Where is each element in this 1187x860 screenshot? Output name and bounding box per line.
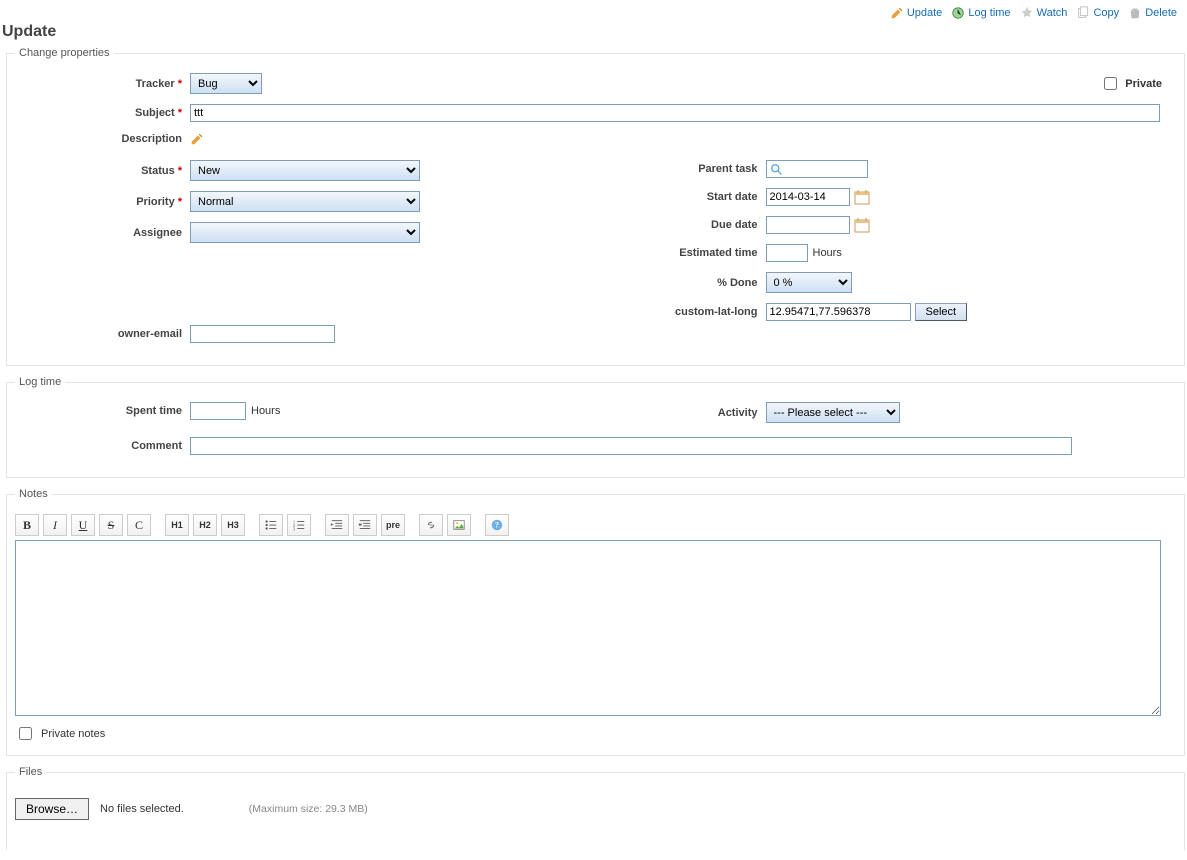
update-link[interactable]: Update — [890, 6, 942, 20]
private-checkbox-wrap[interactable]: Private — [1100, 74, 1162, 93]
update-link-label: Update — [907, 7, 942, 19]
priority-select[interactable]: Normal — [190, 191, 420, 212]
custom-lat-long-input[interactable] — [766, 303, 911, 321]
hours-unit: Hours — [251, 405, 280, 417]
link-button[interactable] — [419, 514, 443, 536]
search-icon — [770, 163, 784, 177]
file-status: No files selected. — [100, 803, 184, 815]
pre-button[interactable]: pre — [381, 514, 405, 536]
help-button[interactable]: ? — [485, 514, 509, 536]
copy-icon — [1076, 6, 1090, 20]
status-label: Status* — [15, 165, 190, 177]
underline-button[interactable]: U — [71, 514, 95, 536]
h2-button[interactable]: H2 — [193, 514, 217, 536]
private-checkbox[interactable] — [1104, 77, 1117, 90]
browse-button[interactable]: Browse… — [15, 798, 89, 820]
comment-label: Comment — [15, 440, 190, 452]
delete-link[interactable]: Delete — [1128, 6, 1177, 20]
image-button[interactable] — [447, 514, 471, 536]
copy-link[interactable]: Copy — [1076, 6, 1119, 20]
private-notes-label: Private notes — [41, 728, 105, 740]
description-label: Description — [15, 133, 190, 145]
owner-email-label: owner-email — [15, 328, 190, 340]
star-icon — [1020, 6, 1034, 20]
log-time-link[interactable]: Log time — [951, 6, 1010, 20]
contextual-actions: Update Log time Watch Copy Delete — [0, 0, 1187, 23]
watch-link-label: Watch — [1037, 7, 1068, 19]
max-size-text: (Maximum size: 29.3 MB) — [249, 803, 368, 815]
assignee-select[interactable] — [190, 222, 420, 243]
edit-description-icon[interactable] — [190, 132, 204, 146]
custom-lat-long-label: custom-lat-long — [596, 306, 766, 318]
pct-done-select[interactable]: 0 % — [766, 272, 852, 293]
watch-link[interactable]: Watch — [1020, 6, 1068, 20]
trash-icon — [1128, 6, 1142, 20]
notes-textarea[interactable] — [15, 540, 1161, 716]
start-date-label: Start date — [596, 191, 766, 203]
tracker-select[interactable]: Bug — [190, 73, 262, 94]
private-notes-wrap[interactable]: Private notes — [15, 724, 1176, 743]
log-time-link-label: Log time — [968, 7, 1010, 19]
private-label: Private — [1125, 78, 1162, 90]
notes-fieldset: Notes B I U S C H1 H2 H3 123 pre ? Priva… — [6, 488, 1185, 756]
outdent-button[interactable] — [325, 514, 349, 536]
editor-toolbar: B I U S C H1 H2 H3 123 pre ? — [15, 514, 1176, 536]
delete-link-label: Delete — [1145, 7, 1177, 19]
ul-button[interactable] — [259, 514, 283, 536]
pct-done-label: % Done — [596, 277, 766, 289]
estimated-time-label: Estimated time — [596, 247, 766, 259]
files-fieldset: Files Browse… No files selected. (Maximu… — [6, 766, 1185, 850]
notes-legend: Notes — [15, 488, 52, 500]
hours-unit: Hours — [813, 247, 842, 259]
tracker-label: Tracker* — [15, 78, 190, 90]
change-properties-legend: Change properties — [15, 47, 114, 59]
due-date-label: Due date — [596, 219, 766, 231]
owner-email-input[interactable] — [190, 325, 335, 343]
comment-input[interactable] — [190, 437, 1072, 455]
log-time-fieldset: Log time Spent time Hours Activity --- P… — [6, 376, 1185, 478]
clock-icon — [951, 6, 965, 20]
pencil-icon — [890, 6, 904, 20]
activity-label: Activity — [596, 407, 766, 419]
calendar-icon[interactable] — [854, 217, 870, 233]
bold-button[interactable]: B — [15, 514, 39, 536]
strike-button[interactable]: S — [99, 514, 123, 536]
svg-text:3: 3 — [293, 526, 296, 531]
subject-input[interactable] — [190, 104, 1160, 122]
assignee-label: Assignee — [15, 227, 190, 239]
code-button[interactable]: C — [127, 514, 151, 536]
copy-link-label: Copy — [1093, 7, 1119, 19]
status-select[interactable]: New — [190, 160, 420, 181]
h3-button[interactable]: H3 — [221, 514, 245, 536]
spent-time-input[interactable] — [190, 402, 246, 420]
due-date-input[interactable] — [766, 216, 850, 234]
private-notes-checkbox[interactable] — [19, 727, 32, 740]
h1-button[interactable]: H1 — [165, 514, 189, 536]
ol-button[interactable]: 123 — [287, 514, 311, 536]
select-latlong-button[interactable]: Select — [915, 303, 968, 321]
log-time-legend: Log time — [15, 376, 65, 388]
files-legend: Files — [15, 766, 46, 778]
change-properties-fieldset: Change properties Tracker* Bug Private S… — [6, 47, 1185, 366]
activity-select[interactable]: --- Please select --- — [766, 402, 900, 423]
indent-button[interactable] — [353, 514, 377, 536]
calendar-icon[interactable] — [854, 189, 870, 205]
subject-label: Subject* — [15, 107, 190, 119]
svg-text:?: ? — [495, 521, 499, 530]
italic-button[interactable]: I — [43, 514, 67, 536]
page-title: Update — [2, 23, 1187, 41]
start-date-input[interactable] — [766, 188, 850, 206]
spent-time-label: Spent time — [15, 405, 190, 417]
estimated-time-input[interactable] — [766, 244, 808, 262]
parent-task-label: Parent task — [596, 163, 766, 175]
priority-label: Priority* — [15, 196, 190, 208]
